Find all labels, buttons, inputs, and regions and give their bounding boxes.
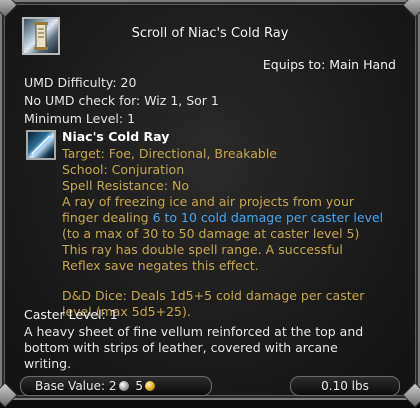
- spell-name: Niac's Cold Ray: [62, 129, 170, 144]
- item-footer: Base Value: 2 5 0.10 lbs: [20, 376, 400, 398]
- item-description-line: bottom with strips of leather, covered w…: [24, 340, 338, 355]
- gold-coin-icon: [144, 381, 155, 391]
- spell-description-line: (to a max of 30 to 50 damage at caster l…: [62, 226, 360, 241]
- dnd-dice-line: D&D Dice: Deals 1d5+5 cold damage per ca…: [62, 288, 365, 303]
- damage-highlight: 6 to 10 cold damage per caster level: [152, 210, 384, 225]
- item-requirements: UMD Difficulty: 20 No UMD check for: Wiz…: [24, 74, 219, 128]
- equips-slot: Equips to: Main Hand: [262, 57, 396, 72]
- spell-description-line: finger dealing 6 to 10 cold damage per c…: [62, 210, 402, 226]
- spell-description-line: A ray of freezing ice and air projects f…: [62, 194, 355, 209]
- spell-school: School: Conjuration: [62, 162, 185, 177]
- silver-amount: 2: [108, 379, 117, 393]
- corner-ornament: [0, 382, 18, 408]
- cold-ray-icon: [26, 130, 56, 160]
- minimum-level: Minimum Level: 1: [24, 111, 136, 126]
- item-description-line: writing.: [24, 356, 72, 371]
- spell-target: Target: Foe, Directional, Breakable: [62, 146, 278, 161]
- base-value: Base Value: 2 5: [20, 376, 212, 396]
- base-value-label: Base Value:: [35, 379, 106, 393]
- item-tooltip: Scroll of Niac's Cold Ray Equips to: Mai…: [0, 0, 420, 408]
- corner-ornament: [402, 0, 420, 18]
- spell-description-text: finger dealing: [62, 210, 153, 225]
- spell-block: Niac's Cold Ray Target: Foe, Directional…: [62, 128, 402, 320]
- item-title: Scroll of Niac's Cold Ray: [131, 26, 289, 41]
- item-description: A heavy sheet of fine vellum reinforced …: [24, 324, 404, 372]
- corner-ornament: [0, 0, 18, 18]
- spell-description-line: This ray has double spell range. A succe…: [62, 242, 343, 257]
- item-description-line: A heavy sheet of fine vellum reinforced …: [24, 324, 364, 339]
- corner-ornament: [402, 382, 420, 408]
- item-weight: 0.10 lbs: [290, 376, 400, 396]
- spell-resistance: Spell Resistance: No: [62, 178, 190, 193]
- spell-description-line: Reflex save negates this effect.: [62, 258, 259, 273]
- no-umd-check: No UMD check for: Wiz 1, Sor 1: [24, 93, 219, 108]
- silver-coin-icon: [118, 381, 129, 391]
- gold-amount: 5: [135, 379, 143, 393]
- umd-difficulty: UMD Difficulty: 20: [24, 75, 137, 90]
- caster-level: Caster Level: 1: [24, 307, 118, 322]
